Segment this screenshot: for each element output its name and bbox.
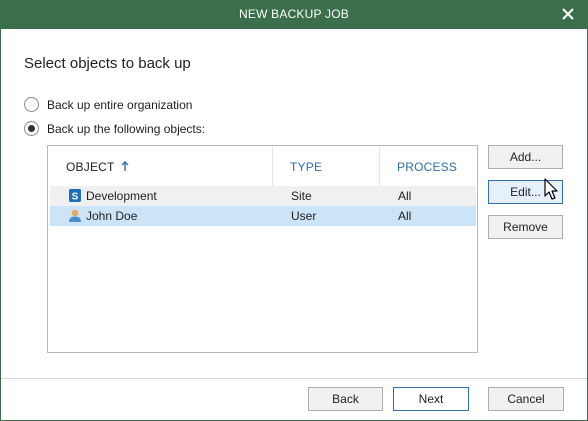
- sharepoint-site-icon: S: [68, 188, 82, 203]
- window-title: NEW BACKUP JOB: [239, 7, 349, 21]
- cell-process: All: [398, 209, 412, 223]
- cancel-button[interactable]: Cancel: [488, 387, 564, 411]
- cell-process: All: [398, 189, 412, 203]
- radio-following-objects[interactable]: Back up the following objects:: [24, 121, 205, 136]
- footer-divider: [1, 378, 587, 379]
- table-row-selected[interactable]: John Doe User All: [50, 206, 476, 226]
- column-header-type[interactable]: TYPE: [290, 160, 322, 174]
- close-icon[interactable]: [558, 4, 578, 24]
- objects-table[interactable]: OBJECT TYPE PROCESS S Development Site A…: [47, 145, 478, 353]
- user-icon: [68, 208, 82, 223]
- remove-button[interactable]: Remove: [488, 215, 563, 239]
- table-header: OBJECT TYPE PROCESS: [48, 146, 477, 186]
- window-titlebar: NEW BACKUP JOB: [0, 0, 588, 29]
- radio-button-checked[interactable]: [24, 121, 39, 136]
- cell-object: Development: [86, 189, 157, 203]
- page-title: Select objects to back up: [24, 55, 191, 72]
- back-button[interactable]: Back: [308, 387, 383, 411]
- column-header-object[interactable]: OBJECT: [66, 160, 129, 174]
- radio-entire-organization[interactable]: Back up entire organization: [24, 97, 192, 112]
- radio-label-entire-organization: Back up entire organization: [47, 97, 193, 112]
- radio-label-following-objects: Back up the following objects:: [47, 121, 206, 136]
- add-button[interactable]: Add...: [488, 145, 563, 169]
- next-button[interactable]: Next: [393, 387, 469, 411]
- svg-text:S: S: [72, 192, 79, 203]
- sort-ascending-icon: [121, 161, 129, 171]
- table-row[interactable]: S Development Site All: [50, 186, 476, 206]
- cell-object: John Doe: [86, 209, 138, 223]
- cell-type: User: [291, 209, 317, 223]
- cell-type: Site: [291, 189, 312, 203]
- column-header-process[interactable]: PROCESS: [397, 160, 457, 174]
- mouse-cursor-icon: [544, 178, 560, 202]
- radio-button-unchecked[interactable]: [24, 97, 39, 112]
